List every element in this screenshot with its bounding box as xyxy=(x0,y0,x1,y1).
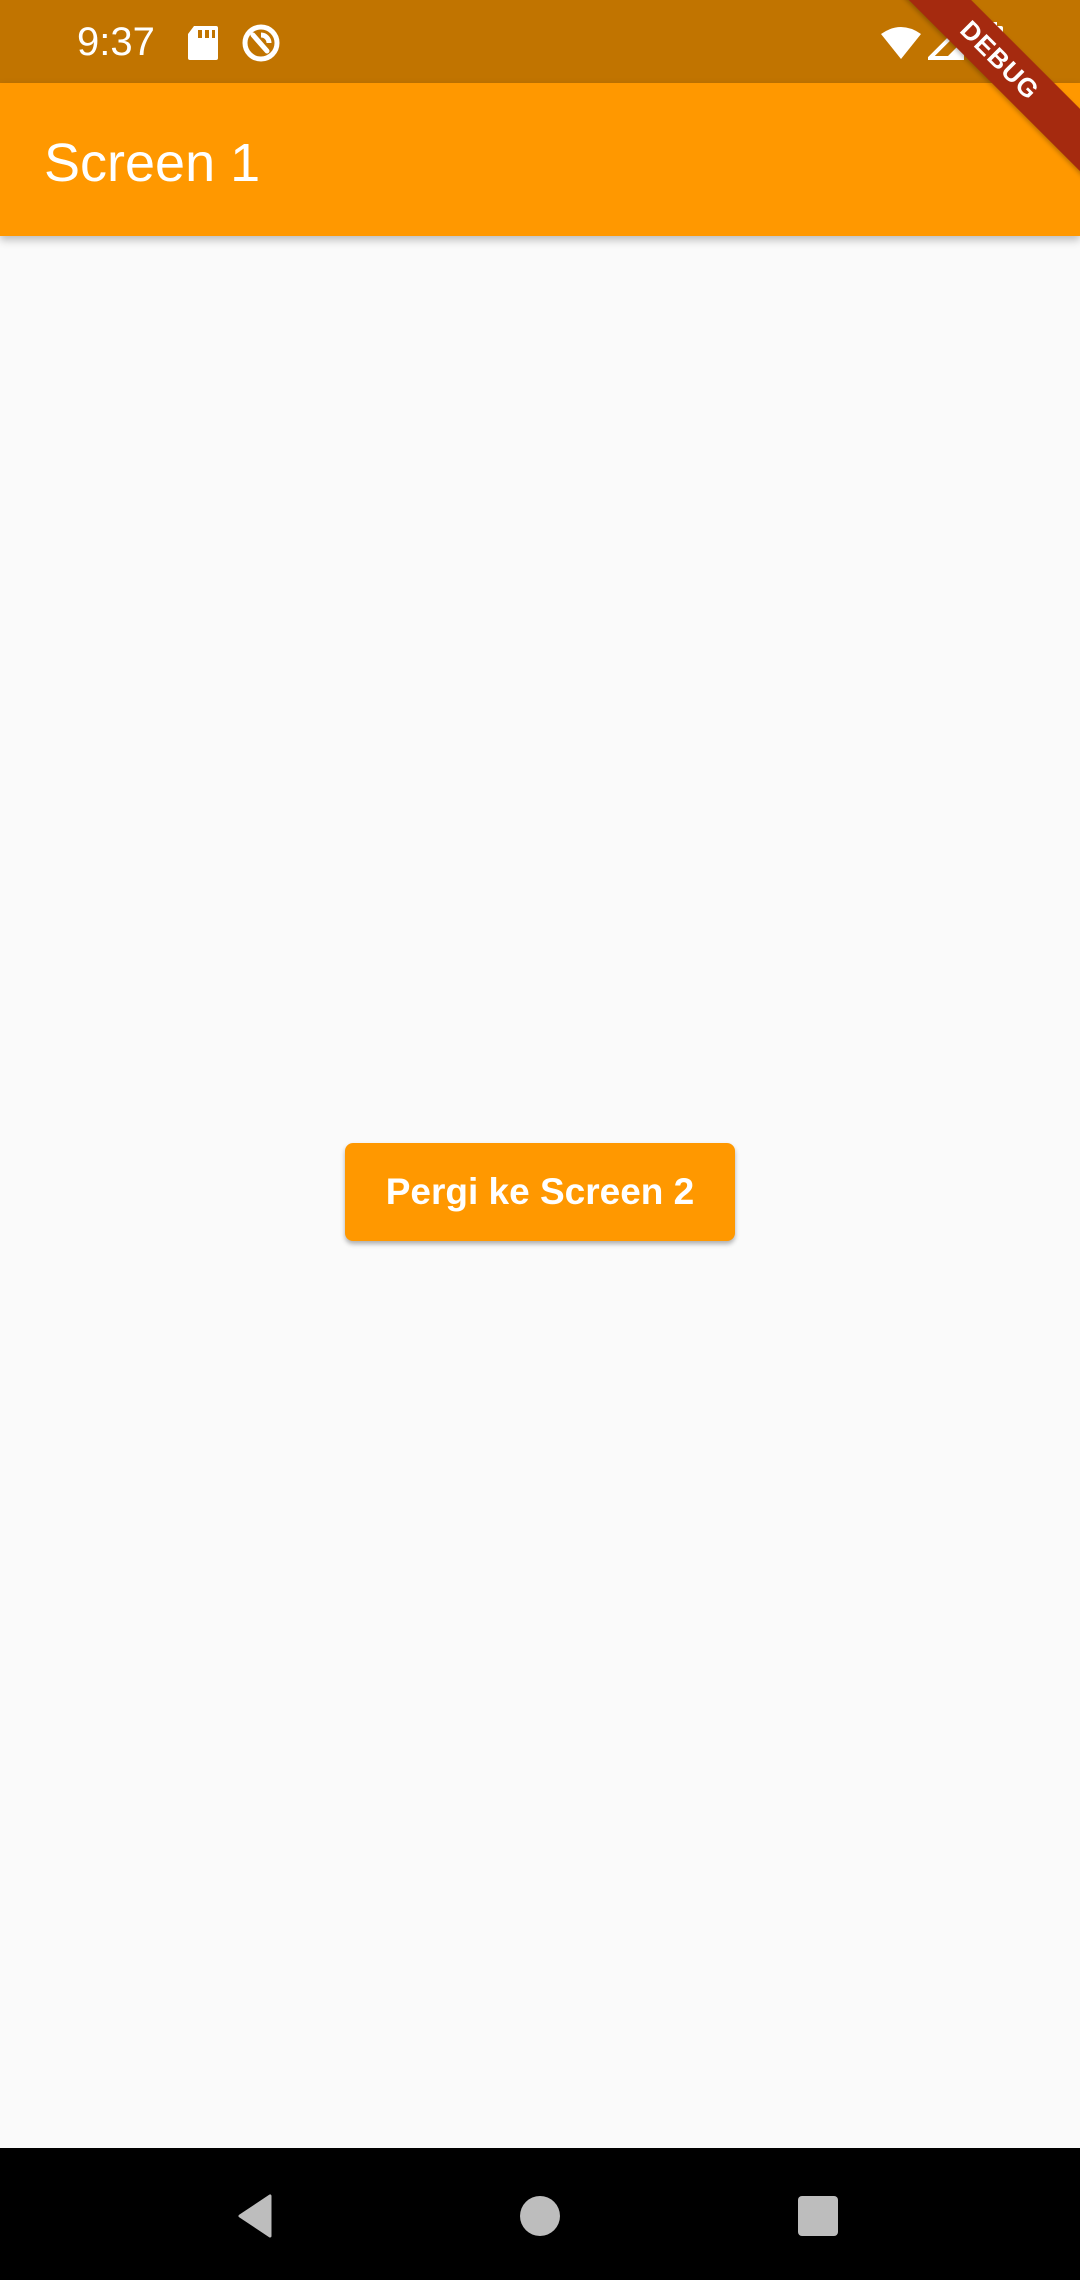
status-bar: 9:37 xyxy=(0,0,1080,83)
main-content: Pergi ke Screen 2 xyxy=(0,236,1080,2148)
page-title: Screen 1 xyxy=(44,133,261,193)
status-time: 9:37 xyxy=(77,20,155,64)
app-bar: Screen 1 xyxy=(0,83,1080,236)
go-to-screen-2-button[interactable]: Pergi ke Screen 2 xyxy=(345,1143,735,1241)
sd-card-icon xyxy=(186,24,220,67)
wifi-icon xyxy=(880,26,922,65)
navigation-bar xyxy=(0,2148,1080,2280)
data-saver-icon xyxy=(241,23,281,68)
back-icon[interactable] xyxy=(228,2186,288,2246)
home-icon[interactable] xyxy=(510,2186,570,2246)
recents-icon[interactable] xyxy=(788,2186,848,2246)
screen: 9:37 DEBUG Screen 1 Pergi ke Screen 2 xyxy=(0,0,1080,2280)
